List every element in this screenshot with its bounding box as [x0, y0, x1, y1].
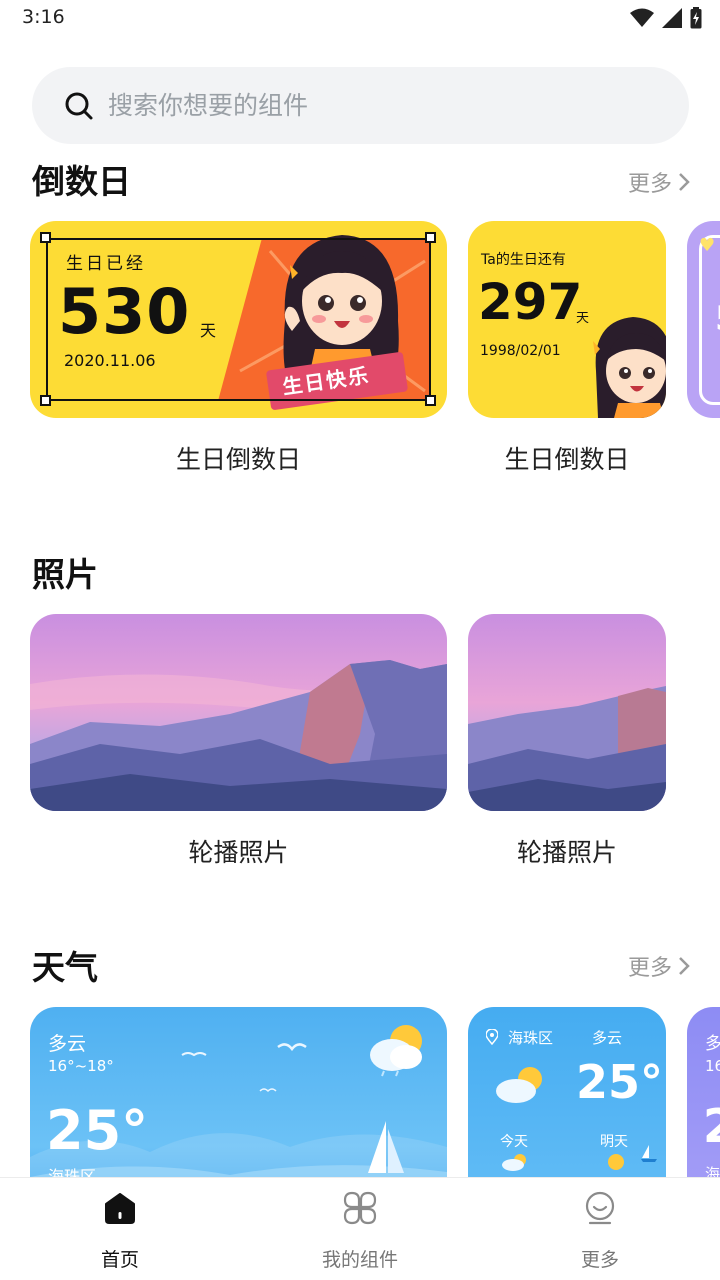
countdown-card-peek[interactable]: ♥ 5	[687, 221, 720, 418]
cell-signal-icon	[662, 8, 682, 28]
section-title-photos: 照片	[32, 555, 98, 594]
weather-temp-range: 16°~18°	[48, 1057, 114, 1075]
resize-handle-tr[interactable]	[425, 232, 436, 243]
photo-card-small[interactable]	[468, 614, 666, 811]
weather-condition: 多云	[592, 1029, 623, 1047]
countdown-date: 2020.11.06	[64, 351, 156, 370]
mountain-photo	[30, 614, 447, 811]
countdown-number: 297	[478, 273, 583, 331]
resize-handle-br[interactable]	[425, 395, 436, 406]
countdown-label: 生日已经	[66, 254, 146, 274]
countdown-card-small[interactable]: Ta的生日还有 297 天 1998/02/01	[468, 221, 666, 418]
nav-label: 我的组件	[321, 1249, 398, 1271]
nav-label: 首页	[100, 1249, 139, 1271]
nav-label: 更多	[580, 1249, 619, 1271]
weather-location: 海珠区	[48, 1167, 97, 1177]
sailboat-icon	[641, 1145, 657, 1162]
heart-icon: ♥	[699, 235, 716, 256]
countdown-card-large[interactable]: 生日已经 530 天 2020.11.06 生日快乐	[30, 221, 447, 418]
weather-tomorrow-label: 明天	[600, 1134, 628, 1150]
nav-item-my-widgets[interactable]: 我的组件	[240, 1178, 480, 1280]
partly-cloudy-icon	[370, 1025, 422, 1077]
peek-text: 多	[705, 1034, 720, 1054]
bottom-nav: 首页 我的组件 更多	[0, 1177, 720, 1280]
resize-handle-tl[interactable]	[40, 232, 51, 243]
countdown-unit: 天	[200, 321, 217, 340]
weather-temp: 25°	[576, 1055, 664, 1109]
weather-today-label: 今天	[500, 1134, 528, 1150]
photo-card-large[interactable]	[30, 614, 447, 811]
countdown-caption: 生日倒数日	[175, 445, 301, 474]
wifi-icon	[630, 8, 654, 27]
cloud-icon	[502, 1154, 526, 1171]
countdown-number: 530	[58, 275, 191, 348]
section-title-countdown: 倒数日	[32, 162, 131, 201]
search-icon	[65, 92, 93, 120]
nav-item-home[interactable]: 首页	[0, 1178, 240, 1280]
photo-caption: 轮播照片	[516, 838, 617, 867]
peek-text: 16	[705, 1057, 720, 1075]
chevron-right-icon	[679, 173, 690, 191]
widgets-icon	[343, 1191, 377, 1225]
countdown-unit: 天	[576, 311, 590, 326]
peek-number: 5	[715, 299, 720, 339]
partly-cloudy-icon	[496, 1067, 542, 1103]
status-time: 3:16	[22, 6, 65, 28]
mountain-photo	[468, 614, 666, 811]
countdown-more-link[interactable]: 更多	[628, 166, 690, 198]
status-icons	[630, 6, 702, 30]
weather-card-large[interactable]: 多云 16°~18° 25° 海珠区	[30, 1007, 447, 1177]
more-label: 更多	[627, 172, 672, 197]
weather-location: 海珠区	[508, 1029, 554, 1047]
search-bar[interactable]	[32, 67, 689, 144]
battery-icon	[690, 7, 702, 29]
location-pin-icon	[486, 1029, 498, 1045]
section-title-weather: 天气	[32, 948, 98, 987]
countdown-label: Ta的生日还有	[481, 252, 566, 268]
peek-text: 2	[703, 1099, 720, 1153]
peek-text: 海	[705, 1165, 720, 1177]
countdown-caption: 生日倒数日	[504, 445, 630, 474]
home-icon	[105, 1193, 135, 1224]
more-label: 更多	[627, 956, 672, 981]
status-bar: 3:16	[0, 0, 720, 36]
photo-caption: 轮播照片	[188, 838, 289, 867]
resize-handle-bl[interactable]	[40, 395, 51, 406]
countdown-date: 1998/02/01	[480, 343, 561, 359]
widget-list[interactable]: 倒数日 更多 生日已经 530 天 2020.11.06 生日快乐 生日倒数日 …	[0, 150, 720, 1177]
search-input[interactable]	[108, 67, 668, 144]
profile-icon	[585, 1191, 615, 1225]
chevron-right-icon	[679, 957, 690, 975]
weather-card-small[interactable]: 海珠区 多云 25° 今天 明天	[468, 1007, 666, 1177]
weather-more-link[interactable]: 更多	[628, 950, 690, 982]
sun-icon	[608, 1154, 624, 1170]
weather-temp: 25°	[46, 1099, 149, 1162]
weather-card-peek[interactable]: 多 16 2 海	[687, 1007, 720, 1177]
weather-condition: 多云	[48, 1033, 87, 1055]
nav-item-more[interactable]: 更多	[480, 1178, 720, 1280]
